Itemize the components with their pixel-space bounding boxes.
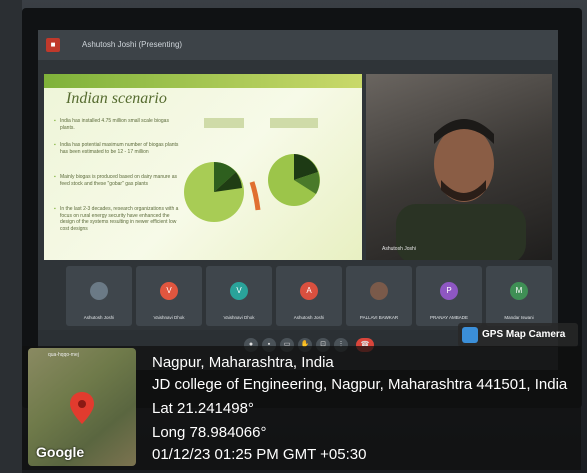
avatar: P (440, 282, 458, 300)
avatar: V (230, 282, 248, 300)
gps-badge-label: GPS Map Camera (482, 329, 566, 340)
participant-tile[interactable]: M Mandar Iswani (486, 266, 552, 326)
google-logo: Google (36, 444, 85, 460)
participant-name: Vaishnavi Dhok (223, 315, 255, 320)
participant-name: Vaishnavi Dhok (153, 315, 185, 320)
slide-bullet: Mainly biogas is produced based on dairy… (54, 174, 180, 187)
meeting-top-bar: ■ Ashutosh Joshi (Presenting) (38, 30, 558, 60)
speaker-video[interactable]: Ashutosh Joshi (366, 74, 552, 260)
avatar: A (300, 282, 318, 300)
person-figure (396, 119, 526, 260)
gps-latitude: Lat 21.241498° (152, 400, 254, 417)
slide-bullet: In the last 2-3 decades, research organi… (54, 206, 180, 232)
wall (0, 0, 22, 473)
presenter-label: Ashutosh Joshi (Presenting) (82, 40, 183, 49)
participant-tile[interactable]: V Vaishnavi Dhok (206, 266, 272, 326)
meet-logo-icon: ■ (46, 38, 60, 52)
gps-camera-badge: GPS Map Camera (458, 323, 578, 347)
gps-camera-icon (462, 327, 478, 343)
participant-tile[interactable]: Ashutosh Joshi (66, 266, 132, 326)
participant-name: Ashutosh Joshi (83, 315, 115, 320)
slide-bullet: India has installed 4.75 million small s… (54, 118, 180, 131)
gps-info-panel: qua-hqqo-mej Google Nagpur, Maharashtra,… (22, 346, 581, 470)
photo-background: ■ Ashutosh Joshi (Presenting) Indian sce… (0, 0, 587, 473)
gps-longitude: Long 78.984066° (152, 424, 267, 441)
participant-name: Ashutosh Joshi (293, 315, 325, 320)
gps-address: JD college of Engineering, Nagpur, Mahar… (152, 376, 568, 393)
gps-datetime: 01/12/23 01:25 PM GMT +05:30 (152, 446, 367, 463)
participant-tile[interactable]: P PRANAY AMBADE (416, 266, 482, 326)
gps-city: Nagpur, Maharashtra, India (152, 354, 334, 371)
map-thumbnail: qua-hqqo-mej Google (28, 348, 136, 466)
avatar: V (160, 282, 178, 300)
video-participant-name: Ashutosh Joshi (382, 246, 416, 252)
participant-tile[interactable]: PALLAVI BAWKAR (346, 266, 412, 326)
map-pin-icon (70, 392, 94, 424)
participant-name: Mandar Iswani (504, 315, 534, 320)
slide-header-bar (44, 74, 362, 88)
pie-charts-graphic (184, 118, 320, 222)
presentation-slide: Indian scenario India has installed 4.75… (44, 74, 362, 260)
avatar (90, 282, 108, 300)
participant-name: PRANAY AMBADE (429, 315, 469, 320)
participant-name: PALLAVI BAWKAR (359, 315, 399, 320)
slide-title: Indian scenario (66, 90, 167, 107)
slide-bullet: India has potential maximum number of bi… (54, 142, 180, 155)
participant-tile[interactable]: V Vaishnavi Dhok (136, 266, 202, 326)
avatar (370, 282, 388, 300)
map-label: qua-hqqo-mej (48, 352, 79, 358)
avatar: M (510, 282, 528, 300)
participant-tile[interactable]: A Ashutosh Joshi (276, 266, 342, 326)
monitor-screen: ■ Ashutosh Joshi (Presenting) Indian sce… (38, 30, 558, 370)
